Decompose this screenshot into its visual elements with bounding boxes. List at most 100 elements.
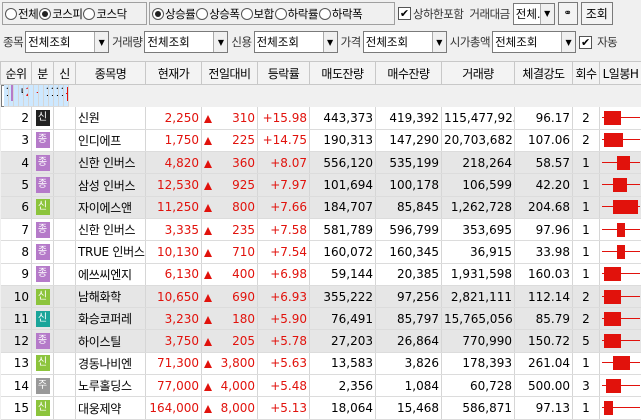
- change-value: 205: [232, 334, 255, 348]
- column-header[interactable]: 현재가: [146, 62, 202, 85]
- bid-volume-cell: 596,799: [376, 218, 442, 240]
- rank-cell: 6: [1, 196, 32, 218]
- radio-sort_filter-2[interactable]: 보합: [241, 6, 274, 22]
- count-cell: 2: [573, 285, 600, 307]
- candle-body: [606, 379, 621, 393]
- table-row[interactable]: 4종신한 인버스4,820360+8.07556,120535,199218,2…: [1, 152, 641, 174]
- trade-amount-select[interactable]: 전체. ▼: [513, 3, 555, 25]
- radio-market_filter-1[interactable]: 코스피: [39, 6, 82, 22]
- market-badge: 종: [36, 177, 50, 193]
- kind-cell: 종: [32, 218, 54, 240]
- table-row[interactable]: 11신화승코퍼레3,230180+5.9076,49185,79715,765,…: [1, 308, 641, 330]
- auto-checkbox[interactable]: ✔ 자동: [579, 34, 619, 50]
- rate-cell: +6.98: [258, 263, 310, 285]
- price-select[interactable]: 전체조회 ▼: [363, 31, 447, 53]
- table-row[interactable]: 14주노루홀딩스77,0004,000+5.482,3561,08460,728…: [1, 375, 641, 397]
- radio-label: 보합: [254, 6, 274, 22]
- rate-cell: +5.13: [258, 397, 310, 419]
- column-header[interactable]: 체결강도: [515, 62, 573, 85]
- radio-sort_filter-3[interactable]: 하락률: [275, 6, 318, 22]
- change-cell: 3,800: [202, 352, 258, 374]
- marketcap-select[interactable]: 전체조회 ▼: [492, 31, 576, 53]
- rate-cell: +15.98: [258, 107, 310, 129]
- strength-cell: 204.68: [515, 196, 573, 218]
- volume-select[interactable]: 전체조회 ▼: [144, 31, 228, 53]
- change-value: 800: [232, 200, 255, 214]
- check-icon: ✔: [579, 36, 592, 49]
- table-row[interactable]: 12종하이스틸3,750205+5.7827,20326,864770,9901…: [1, 330, 641, 352]
- candle-body: [613, 178, 626, 192]
- column-header[interactable]: 신: [54, 62, 76, 85]
- volume-cell: 586,871: [442, 397, 515, 419]
- radio-sort_filter-4[interactable]: 하락폭: [319, 6, 362, 22]
- table-row[interactable]: 3종인디에프1,750225+14.75190,313147,29020,703…: [1, 129, 641, 151]
- lookup-button[interactable]: 조회: [581, 2, 613, 25]
- radio-sort_filter-0[interactable]: 상승률: [152, 6, 195, 22]
- up-triangle-icon: [204, 249, 212, 257]
- chevron-down-icon: ▼: [213, 32, 227, 52]
- market-badge: 신: [36, 355, 50, 371]
- auto-label: 자동: [597, 34, 617, 50]
- column-header[interactable]: 매수잔량: [376, 62, 442, 85]
- credit-select[interactable]: 전체조회 ▼: [254, 31, 338, 53]
- stock-name-cell: TRUE 인버스: [76, 241, 146, 263]
- count-cell: 1: [573, 152, 600, 174]
- change-cell: 8,000: [202, 397, 258, 419]
- column-header[interactable]: 분: [32, 62, 54, 85]
- market-badge: 신: [36, 199, 50, 215]
- kind-cell: 종: [32, 152, 54, 174]
- settings-button[interactable]: ⚭: [558, 2, 578, 25]
- radio-label: 전체: [18, 6, 38, 22]
- market-badge: 종: [36, 244, 50, 260]
- kind-cell: 신: [32, 308, 54, 330]
- price-cell: 2,250: [146, 107, 202, 129]
- price-label: 가격: [341, 34, 361, 50]
- credit-select-value: 전체조회: [257, 34, 299, 50]
- ask-volume-cell: 76,491: [310, 308, 376, 330]
- radio-label: 코스닥: [96, 6, 126, 22]
- strength-cell: 58.57: [515, 152, 573, 174]
- column-header[interactable]: 순위: [1, 62, 32, 85]
- column-header[interactable]: 종목명: [76, 62, 146, 85]
- radio-button-icon: [152, 8, 164, 20]
- count-cell: 1: [573, 241, 600, 263]
- table-row[interactable]: 10신남해화학10,650690+6.93355,22297,2562,821,…: [1, 285, 641, 307]
- table-row[interactable]: 2신신원2,250310+15.98443,373419,392115,477,…: [1, 107, 641, 129]
- market-badge: 종: [36, 222, 50, 238]
- market-badge: 종: [36, 333, 50, 349]
- table-row[interactable]: 7종신한 인버스3,335235+7.58581,789596,799353,6…: [1, 218, 641, 240]
- daily-candle: [602, 399, 639, 417]
- table-row[interactable]: 5종삼성 인버스12,530925+7.97101,694100,178106,…: [1, 174, 641, 196]
- column-header[interactable]: 매도잔량: [310, 62, 376, 85]
- table-row[interactable]: 15신대웅제약164,0008,000+5.1318,06415,468586,…: [1, 397, 641, 419]
- table-row[interactable]: 1종넥스트사이27,750↑6,400+29.98199,96813,040,0…: [1, 85, 32, 107]
- column-header[interactable]: 등락률: [258, 62, 310, 85]
- rank-cell: 8: [1, 241, 32, 263]
- change-value: 690: [232, 290, 255, 304]
- table-row[interactable]: 9종에쓰씨엔지6,130400+6.9859,14420,3851,931,59…: [1, 263, 641, 285]
- table-row[interactable]: 6신자이에스앤11,250800+7.66184,70785,8451,262,…: [1, 196, 641, 218]
- bid-volume-cell: 535,199: [376, 152, 442, 174]
- kind-cell: 종: [32, 263, 54, 285]
- candle-body: [604, 290, 621, 304]
- market-badge: 종: [36, 266, 50, 282]
- item-select[interactable]: 전체조회 ▼: [25, 31, 109, 53]
- radio-sort_filter-1[interactable]: 상승폭: [196, 6, 239, 22]
- column-header[interactable]: L일봉H: [600, 62, 641, 85]
- change-cell: 690: [202, 285, 258, 307]
- column-header[interactable]: 회수: [573, 62, 600, 85]
- up-triangle-icon: [204, 316, 212, 324]
- column-header[interactable]: 전일대비: [202, 62, 258, 85]
- rank-cell: 3: [1, 129, 32, 151]
- radio-market_filter-2[interactable]: 코스닥: [83, 6, 126, 22]
- radio-market_filter-0[interactable]: 전체: [5, 6, 38, 22]
- include-limit-checkbox[interactable]: ✔ 상하한포함: [398, 6, 463, 22]
- kind-cell: 종: [32, 174, 54, 196]
- kind-cell: 신: [32, 285, 54, 307]
- daily-candle-cell: [600, 330, 641, 352]
- table-row[interactable]: 8종TRUE 인버스10,130710+7.54160,072160,34536…: [1, 241, 641, 263]
- table-row[interactable]: 13신경동나비엔71,3003,800+5.6313,5833,826178,3…: [1, 352, 641, 374]
- column-header[interactable]: 거래량: [442, 62, 515, 85]
- kind-cell: 종: [32, 129, 54, 151]
- volume-cell: 106,599: [442, 174, 515, 196]
